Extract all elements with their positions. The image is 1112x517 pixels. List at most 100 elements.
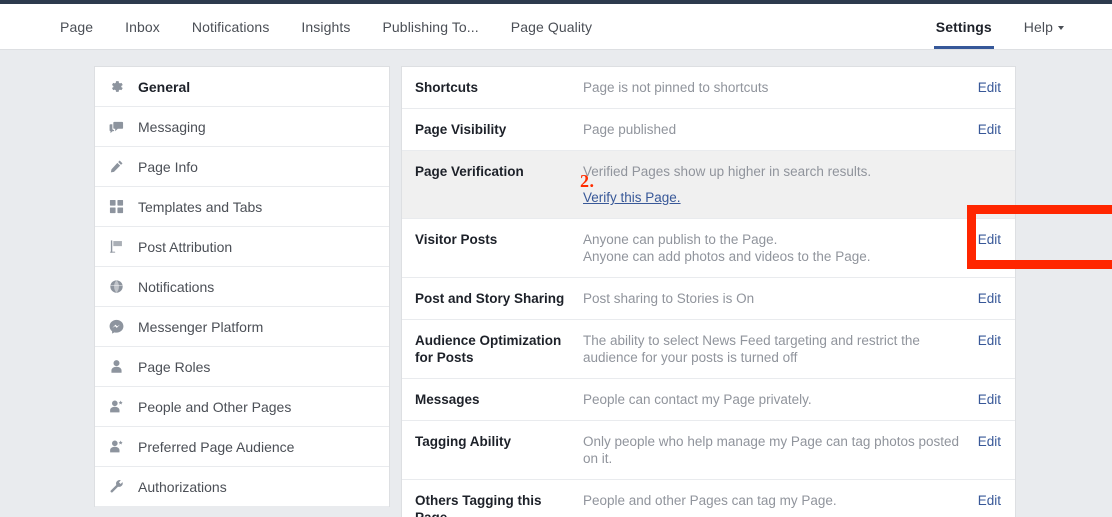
sidebar-item-post-attribution[interactable]: Post Attribution: [95, 227, 389, 267]
globe-icon: [108, 279, 124, 295]
settings-row-value-line: The ability to select News Feed targetin…: [583, 333, 920, 365]
settings-row-label: Tagging Ability: [415, 434, 511, 449]
settings-row-value-line: People can contact my Page privately.: [583, 392, 812, 407]
sidebar-item-templates-and-tabs[interactable]: Templates and Tabs: [95, 187, 389, 227]
person-icon: [108, 359, 124, 375]
nav-secondary-tabs: Settings Help: [920, 4, 1112, 49]
sidebar-item-authorizations[interactable]: Authorizations: [95, 467, 389, 507]
settings-row: Page Visibility Page published Edit: [402, 109, 1015, 151]
settings-row-value: Page is not pinned to shortcuts: [583, 79, 969, 96]
nav-tab-settings-label: Settings: [935, 18, 992, 35]
edit-link[interactable]: Edit: [969, 231, 1001, 248]
nav-tab-page-quality[interactable]: Page Quality: [495, 4, 608, 49]
top-navigation-bar: Page Inbox Notifications Insights Publishing…: [0, 4, 1112, 50]
grid-squares-icon: [108, 199, 124, 215]
sidebar-item-messenger-platform[interactable]: Messenger Platform: [95, 307, 389, 347]
wrench-icon: [108, 479, 124, 495]
settings-row: Page Verification Verified Pages show up …: [402, 151, 1015, 219]
settings-row: Tagging Ability Only people who help mana…: [402, 421, 1015, 480]
sidebar-item-page-roles[interactable]: Page Roles: [95, 347, 389, 387]
nav-primary-tabs: Page Inbox Notifications Insights Publishing…: [0, 4, 608, 49]
settings-row-value-line: Anyone can publish to the Page.: [583, 232, 778, 247]
edit-link[interactable]: Edit: [969, 492, 1001, 509]
nav-tab-notifications[interactable]: Notifications: [176, 4, 286, 49]
nav-tab-help[interactable]: Help: [1008, 4, 1080, 49]
settings-row-value-line: Page published: [583, 122, 677, 137]
edit-link[interactable]: Edit: [969, 391, 1001, 408]
chat-bubbles-icon: [108, 119, 124, 135]
settings-row-value: The ability to select News Feed targetin…: [583, 332, 969, 366]
sidebar-item-label: Post Attribution: [138, 238, 233, 255]
settings-row: Shortcuts Page is not pinned to shortcuts…: [402, 67, 1015, 109]
nav-tab-insights-label: Insights: [301, 18, 351, 35]
settings-content-panel: Shortcuts Page is not pinned to shortcuts…: [401, 66, 1112, 517]
settings-row-value-line: Post sharing to Stories is On: [583, 291, 755, 306]
settings-row-label: Others Tagging this Page: [415, 493, 542, 517]
chevron-down-icon: [1058, 25, 1064, 30]
nav-tab-help-label: Help: [1023, 18, 1053, 35]
settings-row-value: Post sharing to Stories is On: [583, 290, 969, 307]
settings-row-value: People can contact my Page privately.: [583, 391, 969, 408]
nav-tab-settings[interactable]: Settings: [920, 4, 1008, 49]
person-star-icon: [108, 399, 124, 415]
settings-row-value-line: Page is not pinned to shortcuts: [583, 80, 769, 95]
sidebar-item-label: General: [138, 78, 191, 95]
nav-tab-publishing-tools[interactable]: Publishing To...: [366, 4, 494, 49]
settings-row-value: Only people who help manage my Page can …: [583, 433, 969, 467]
settings-row: Post and Story Sharing Post sharing to St…: [402, 278, 1015, 320]
settings-row-value: Verified Pages show up higher in search …: [583, 163, 969, 206]
settings-row: Messages People can contact my Page priva…: [402, 379, 1015, 421]
edit-link[interactable]: Edit: [969, 79, 1001, 96]
sidebar-item-messaging[interactable]: Messaging: [95, 107, 389, 147]
sidebar-item-label: Preferred Page Audience: [138, 438, 295, 455]
settings-row-label: Page Verification: [415, 164, 524, 179]
sidebar-item-general[interactable]: General: [95, 67, 389, 107]
person-star-icon: [108, 439, 124, 455]
edit-link[interactable]: Edit: [969, 290, 1001, 307]
step-number-marker: 2.: [580, 171, 595, 191]
settings-row-value: People and other Pages can tag my Page.: [583, 492, 969, 509]
settings-row: Audience Optimization for Posts The abili…: [402, 320, 1015, 379]
settings-row: Others Tagging this Page People and other…: [402, 480, 1015, 517]
sidebar-item-page-info[interactable]: Page Info: [95, 147, 389, 187]
sidebar-item-label: Page Roles: [138, 358, 211, 375]
settings-row-value-line: Only people who help manage my Page can …: [583, 434, 960, 466]
sidebar-item-people-and-other-pages[interactable]: People and Other Pages: [95, 387, 389, 427]
sidebar-item-preferred-page-audience[interactable]: Preferred Page Audience: [95, 427, 389, 467]
edit-link[interactable]: Edit: [969, 332, 1001, 349]
gear-icon: [108, 79, 124, 95]
settings-row-label: Shortcuts: [415, 80, 479, 95]
sidebar-item-label: Messenger Platform: [138, 318, 264, 335]
page-body: General Messaging Page Info Templates and T…: [0, 50, 1112, 517]
settings-sidebar: General Messaging Page Info Templates and T…: [94, 66, 390, 507]
nav-tab-page-label: Page: [60, 18, 94, 35]
sidebar-item-label: Page Info: [138, 158, 198, 175]
settings-row-label: Messages: [415, 392, 480, 407]
settings-row-value: Anyone can publish to the Page. Anyone ca…: [583, 231, 969, 265]
settings-row-value-line: Verified Pages show up higher in search …: [583, 164, 872, 179]
settings-row-value-line: Anyone can add photos and videos to the …: [583, 249, 871, 264]
settings-row-value-line: People and other Pages can tag my Page.: [583, 493, 837, 508]
settings-row-value: Page published: [583, 121, 969, 138]
settings-row-label: Post and Story Sharing: [415, 291, 565, 306]
sidebar-item-label: Notifications: [138, 278, 215, 295]
verify-this-page-link[interactable]: Verify this Page.: [583, 189, 681, 206]
nav-tab-page-quality-label: Page Quality: [510, 18, 593, 35]
sidebar-item-notifications[interactable]: Notifications: [95, 267, 389, 307]
sidebar-item-label: Authorizations: [138, 478, 227, 495]
nav-tab-notifications-label: Notifications: [191, 18, 270, 35]
nav-tab-insights[interactable]: Insights: [285, 4, 366, 49]
settings-row-label: Page Visibility: [415, 122, 507, 137]
pencil-icon: [108, 159, 124, 175]
settings-row-label: Visitor Posts: [415, 232, 498, 247]
settings-row: Visitor Posts Anyone can publish to the P…: [402, 219, 1015, 278]
edit-link[interactable]: Edit: [969, 121, 1001, 138]
sidebar-item-label: Templates and Tabs: [138, 198, 263, 215]
nav-tab-inbox[interactable]: Inbox: [109, 4, 176, 49]
sidebar-item-label: People and Other Pages: [138, 398, 292, 415]
messenger-icon: [108, 319, 124, 335]
flag-icon: [108, 239, 124, 255]
nav-tab-page[interactable]: Page: [44, 4, 109, 49]
settings-row-label: Audience Optimization for Posts: [415, 333, 562, 365]
edit-link[interactable]: Edit: [969, 433, 1001, 450]
